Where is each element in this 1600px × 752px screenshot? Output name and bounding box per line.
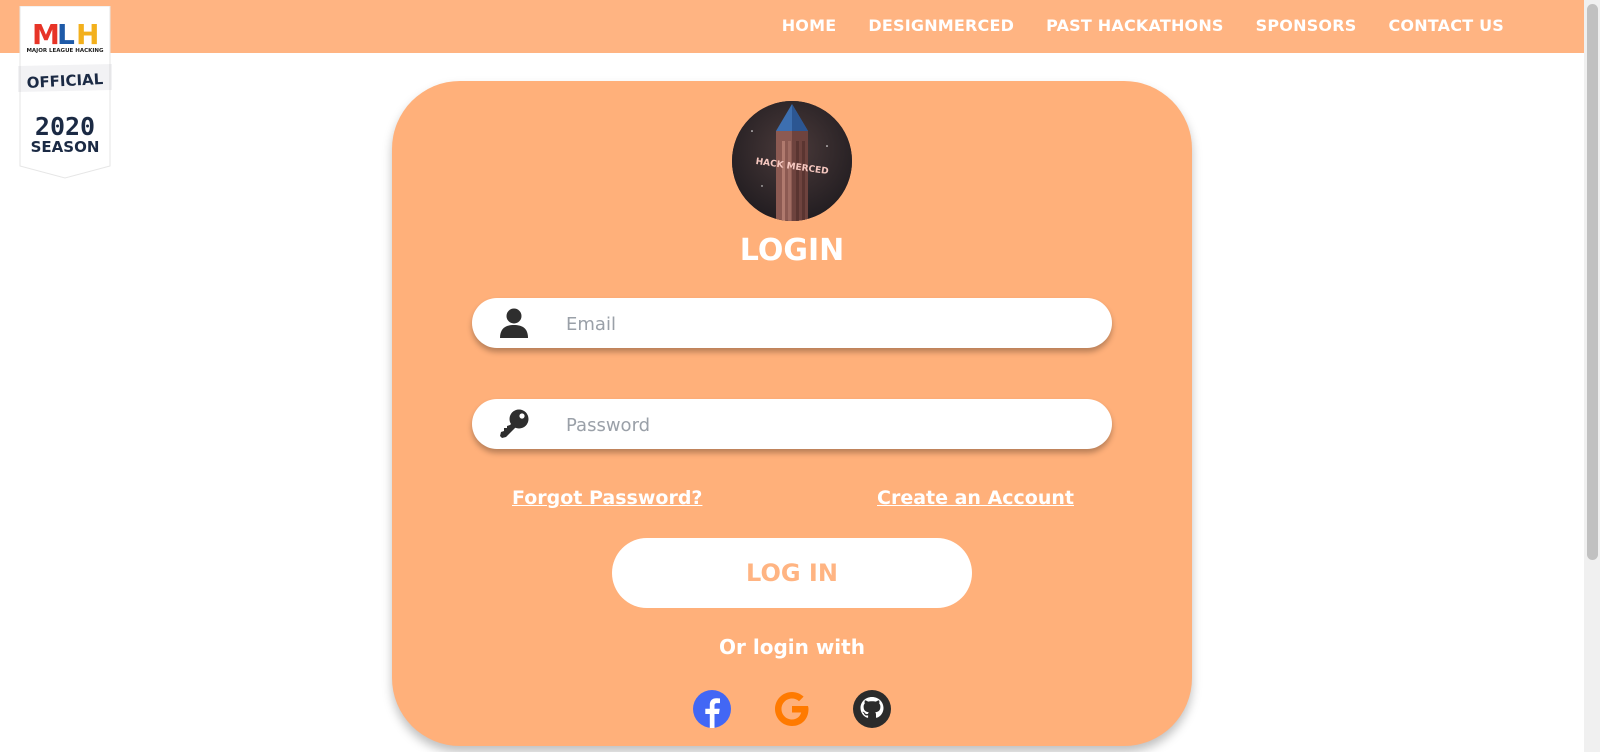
nav-contact-us[interactable]: CONTACT US: [1388, 16, 1504, 35]
mlh-letter-l: L: [57, 18, 75, 51]
scrollbar-thumb[interactable]: [1587, 4, 1598, 560]
login-title: LOGIN: [739, 233, 845, 268]
or-login-with-label: Or login with: [719, 635, 865, 659]
badge-year: 2020: [35, 112, 95, 141]
create-account-link[interactable]: Create an Account: [877, 487, 1074, 509]
main-nav: HOME DESIGNMERCED PAST HACKATHONS SPONSO…: [782, 0, 1504, 50]
password-input[interactable]: [564, 399, 1088, 451]
email-input[interactable]: [564, 298, 1088, 350]
mlh-letter-h: H: [76, 18, 99, 51]
nav-sponsors[interactable]: SPONSORS: [1256, 16, 1357, 35]
nav-home[interactable]: HOME: [782, 16, 837, 35]
hackmerced-logo: HACK MERCED: [732, 101, 852, 221]
key-icon: [500, 409, 529, 438]
github-icon[interactable]: [852, 689, 892, 729]
login-card: HACK MERCED LOGIN Forgot Password? Creat…: [392, 81, 1192, 746]
nav-designmerced[interactable]: DESIGNMERCED: [868, 16, 1014, 35]
facebook-icon[interactable]: [692, 689, 732, 729]
mlh-tagline: MAJOR LEAGUE HACKING: [26, 48, 104, 54]
user-icon: [500, 308, 528, 338]
page-scrollbar[interactable]: [1584, 0, 1600, 752]
top-navbar: HOME DESIGNMERCED PAST HACKATHONS SPONSO…: [0, 0, 1584, 53]
badge-season: SEASON: [31, 138, 100, 156]
google-icon[interactable]: [772, 689, 812, 729]
tower-logo-icon: HACK MERCED: [732, 101, 852, 221]
login-button[interactable]: LOG IN: [612, 538, 972, 608]
forgot-password-link[interactable]: Forgot Password?: [512, 487, 702, 509]
nav-past-hackathons[interactable]: PAST HACKATHONS: [1046, 16, 1224, 35]
mlh-letter-m: M: [32, 18, 60, 51]
mlh-official-badge[interactable]: M L H MAJOR LEAGUE HACKING OFFICIAL 2020…: [18, 6, 112, 181]
email-field: [472, 298, 1112, 350]
password-field: [472, 399, 1112, 451]
